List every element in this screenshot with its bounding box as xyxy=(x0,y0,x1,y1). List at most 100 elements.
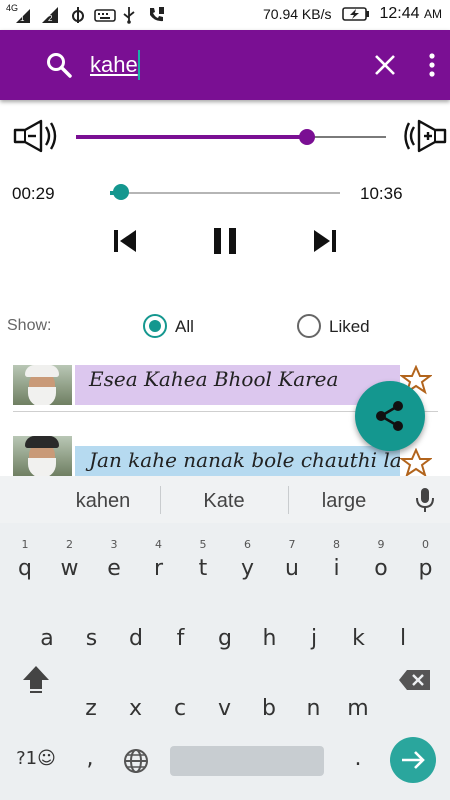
key-i[interactable]: 8i xyxy=(317,536,357,586)
key-hint: 5 xyxy=(199,538,207,551)
key-label: z xyxy=(85,696,97,721)
key-label: a xyxy=(40,626,54,651)
key-q[interactable]: 1q xyxy=(5,536,45,586)
key-k[interactable]: k xyxy=(339,606,379,656)
key-u[interactable]: 7u xyxy=(272,536,312,586)
key-label: l xyxy=(399,626,407,651)
key-m[interactable]: m xyxy=(338,676,378,726)
pause-button[interactable] xyxy=(208,224,242,258)
language-globe-key[interactable] xyxy=(116,738,156,788)
key-label: r xyxy=(153,556,164,581)
more-options-button[interactable] xyxy=(422,52,442,78)
next-track-button[interactable] xyxy=(308,224,342,258)
network-type-label: 4G xyxy=(6,3,19,13)
seek-bar-thumb[interactable] xyxy=(112,184,129,200)
key-label: u xyxy=(285,556,299,581)
track-title: Jan kahe nanak bole chauthi la... xyxy=(75,446,400,476)
key-label: d xyxy=(129,626,143,651)
key-t[interactable]: 5t xyxy=(183,536,223,586)
filter-all-radio[interactable] xyxy=(143,314,167,338)
key-d[interactable]: d xyxy=(116,606,156,656)
space-bar[interactable] xyxy=(170,746,324,776)
khanda-icon xyxy=(68,6,88,24)
symbols-key-label: ?1☺ xyxy=(16,748,56,769)
key-hint: 7 xyxy=(288,538,296,551)
key-e[interactable]: 3e xyxy=(94,536,134,586)
volume-up-icon[interactable] xyxy=(404,119,448,153)
favorite-star-icon[interactable] xyxy=(399,447,433,476)
suggestion-2[interactable]: Kate xyxy=(164,490,284,513)
key-label: h xyxy=(262,626,277,651)
key-label: n xyxy=(306,696,321,721)
filter-all-label[interactable]: All xyxy=(175,317,194,337)
key-h[interactable]: h xyxy=(250,606,290,656)
search-input[interactable]: kahe xyxy=(90,52,138,78)
key-hint: 9 xyxy=(377,538,385,551)
clock-time: 12:44 xyxy=(379,5,420,22)
key-hint: 6 xyxy=(244,538,251,551)
key-r[interactable]: 4r xyxy=(139,536,179,586)
track-thumbnail xyxy=(13,436,72,476)
previous-track-button[interactable] xyxy=(108,224,142,258)
usb-icon xyxy=(120,6,140,24)
key-y[interactable]: 6y xyxy=(228,536,268,586)
key-j[interactable]: j xyxy=(294,606,334,656)
period-key[interactable]: . xyxy=(338,738,378,788)
key-label: j xyxy=(310,626,318,651)
volume-slider-thumb[interactable] xyxy=(298,129,315,145)
key-g[interactable]: g xyxy=(205,606,245,656)
key-label: y xyxy=(240,556,255,581)
key-hint: 0 xyxy=(422,538,429,551)
clock: 12:44 AM xyxy=(380,5,443,23)
soft-keyboard: kahen Kate large 1q2w3e4r5t6y7u8i9o0p as… xyxy=(0,476,450,800)
microphone-icon[interactable] xyxy=(415,487,435,513)
suggestion-1[interactable]: kahen xyxy=(43,490,163,513)
key-hint: 4 xyxy=(155,538,162,551)
call-notification-icon xyxy=(146,6,166,24)
key-f[interactable]: f xyxy=(161,606,201,656)
key-b[interactable]: b xyxy=(249,676,289,726)
key-label: i xyxy=(333,556,340,581)
key-hint: 1 xyxy=(21,538,29,551)
period-key-label: . xyxy=(354,746,362,771)
volume-down-icon[interactable] xyxy=(12,119,60,153)
search-app-bar: kahe xyxy=(0,30,450,100)
shift-key[interactable] xyxy=(16,651,56,701)
key-label: k xyxy=(352,626,365,651)
share-icon xyxy=(376,401,403,431)
key-label: v xyxy=(217,696,232,721)
key-hint: 8 xyxy=(333,538,340,551)
key-label: b xyxy=(262,696,276,721)
symbols-key[interactable]: ?1☺ xyxy=(12,738,60,788)
key-w[interactable]: 2w xyxy=(50,536,90,586)
comma-key-label: , xyxy=(86,746,94,771)
filter-liked-radio[interactable] xyxy=(297,314,321,338)
comma-key[interactable]: , xyxy=(70,738,110,788)
key-label: t xyxy=(198,556,208,581)
key-o[interactable]: 9o xyxy=(361,536,401,586)
backspace-key[interactable] xyxy=(396,651,434,701)
key-label: x xyxy=(128,696,143,721)
key-z[interactable]: z xyxy=(71,676,111,726)
clear-search-button[interactable] xyxy=(372,52,398,78)
enter-key[interactable] xyxy=(390,737,436,783)
key-l[interactable]: l xyxy=(383,606,423,656)
suggestion-3[interactable]: large xyxy=(284,490,404,513)
text-cursor xyxy=(138,50,140,80)
arrow-right-icon xyxy=(402,751,425,769)
key-label: c xyxy=(173,696,187,721)
seek-bar-track[interactable] xyxy=(110,192,340,194)
key-c[interactable]: c xyxy=(160,676,200,726)
key-x[interactable]: x xyxy=(116,676,156,726)
key-s[interactable]: s xyxy=(72,606,112,656)
key-n[interactable]: n xyxy=(294,676,334,726)
key-label: p xyxy=(418,556,433,581)
filter-liked-label[interactable]: Liked xyxy=(329,317,370,337)
key-a[interactable]: a xyxy=(27,606,67,656)
battery-charging-icon xyxy=(341,6,370,22)
key-v[interactable]: v xyxy=(205,676,245,726)
share-button[interactable] xyxy=(355,381,425,451)
key-p[interactable]: 0p xyxy=(406,536,446,586)
keyboard-notification-icon xyxy=(94,6,116,24)
status-bar: 4G 1 2 70.94 KB/s 12:44 AM xyxy=(0,0,450,30)
